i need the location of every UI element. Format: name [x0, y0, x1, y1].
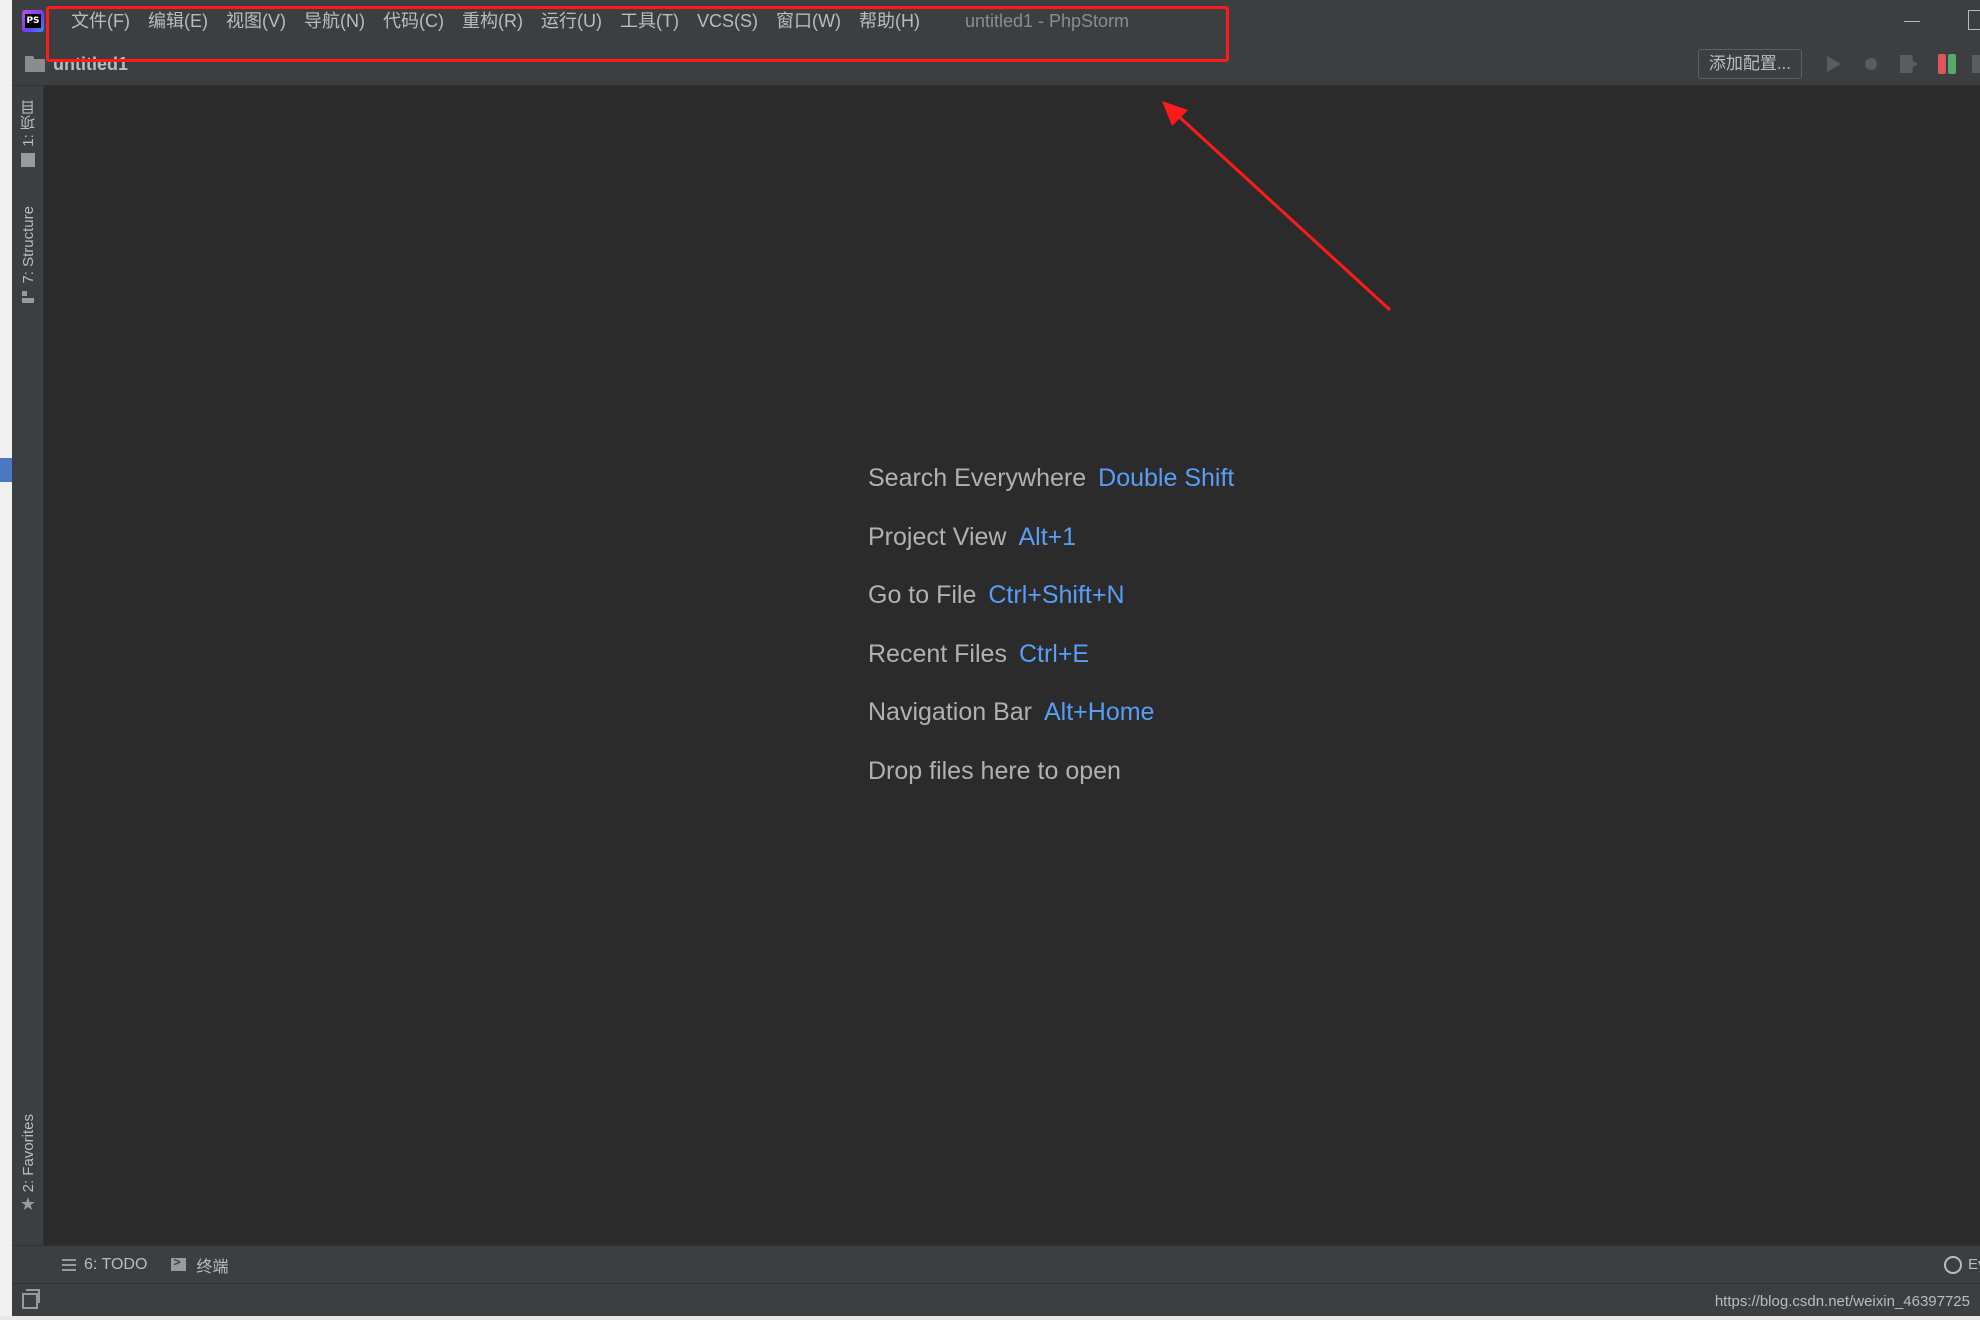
tool-tab-todo[interactable]: 6: TODO [62, 1256, 147, 1274]
coverage-icon[interactable] [1896, 51, 1922, 77]
menu-code[interactable]: 代码(C) [374, 0, 453, 42]
phpstorm-window: 文件(F) 编辑(E) 视图(V) 导航(N) 代码(C) 重构(R) 运行(U… [0, 0, 1980, 1320]
background-window-edge [0, 0, 12, 1320]
left-tool-strip: 1: 项目 7: Structure 2: Favorites ★ [12, 86, 44, 1246]
hint-label: Drop files here to open [868, 756, 1121, 785]
toggle-tool-windows-icon[interactable] [22, 1289, 40, 1309]
folder-icon [25, 55, 45, 72]
menu-run[interactable]: 运行(U) [532, 0, 611, 42]
tool-tab-todo-label: 6: TODO [84, 1255, 148, 1273]
background-window-highlight [0, 458, 12, 482]
hint-go-to-file: Go to File Ctrl+Shift+N [868, 579, 1234, 638]
tool-tab-structure[interactable]: 7: Structure [12, 206, 44, 304]
structure-icon [21, 290, 35, 304]
hint-label: Search Everywhere [868, 464, 1087, 492]
event-log-tab[interactable]: Ev [1944, 1255, 1980, 1274]
hint-project-view: Project View Alt+1 [868, 521, 1234, 580]
hint-shortcut: Alt+Home [1043, 698, 1155, 726]
hint-shortcut: Ctrl+Shift+N [988, 581, 1125, 609]
breadcrumb-project[interactable]: untitled1 [53, 54, 128, 75]
empty-editor-hints: Search Everywhere Double Shift Project Vi… [868, 462, 1234, 813]
hint-search-everywhere: Search Everywhere Double Shift [868, 462, 1234, 521]
folder-icon [21, 152, 35, 167]
add-configuration-button[interactable]: 添加配置... [1697, 49, 1802, 79]
vcs-icon[interactable] [1934, 51, 1960, 77]
menu-window[interactable]: 窗口(W) [767, 0, 850, 42]
navigation-bar: untitled1 添加配置... [12, 42, 1980, 86]
hint-shortcut: Alt+1 [1018, 522, 1077, 551]
hint-label: Recent Files [868, 639, 1007, 668]
hint-navigation-bar: Navigation Bar Alt+Home [868, 696, 1234, 755]
hint-label: Project View [868, 522, 1007, 551]
tool-tab-structure-label: 7: Structure [19, 206, 37, 284]
minimize-icon[interactable] [1902, 10, 1922, 30]
event-log-label: Ev [1968, 1256, 1980, 1273]
tool-tab-project[interactable]: 1: 项目 [12, 100, 44, 167]
status-bar: https://blog.csdn.net/weixin_46397725 [12, 1283, 1980, 1320]
tool-tab-terminal-label: 终端 [196, 1258, 229, 1276]
maximize-icon[interactable] [1968, 10, 1980, 30]
tool-tab-favorites-label: 2: Favorites [19, 1114, 37, 1193]
tool-tab-terminal[interactable]: 终端 [171, 1253, 228, 1277]
watermark-url: https://blog.csdn.net/weixin_46397725 [1714, 1293, 1970, 1310]
bottom-tool-strip: 6: TODO 终端 Ev [12, 1245, 1980, 1283]
event-log-icon [1944, 1255, 1962, 1274]
hint-shortcut: Double Shift [1098, 464, 1235, 492]
tool-tab-project-label: 1: 项目 [19, 100, 37, 147]
menu-navigate[interactable]: 导航(N) [295, 0, 374, 42]
stop-icon[interactable] [1972, 55, 1980, 73]
menu-file[interactable]: 文件(F) [62, 0, 139, 42]
star-icon: ★ [19, 1194, 37, 1215]
phpstorm-logo-icon[interactable] [22, 10, 44, 32]
menu-edit[interactable]: 编辑(E) [139, 0, 217, 42]
menu-vcs[interactable]: VCS(S) [688, 0, 767, 42]
run-toolbar: 添加配置... [1697, 42, 1980, 86]
hint-shortcut: Ctrl+E [1018, 639, 1090, 668]
title-bar: 文件(F) 编辑(E) 视图(V) 导航(N) 代码(C) 重构(R) 运行(U… [12, 0, 1980, 42]
terminal-icon [171, 1255, 187, 1271]
hint-label: Go to File [868, 581, 977, 609]
tool-tab-favorites[interactable]: 2: Favorites ★ [12, 1114, 44, 1214]
screen-edge [0, 1316, 1980, 1320]
menu-help[interactable]: 帮助(H) [850, 0, 929, 42]
menu-view[interactable]: 视图(V) [217, 0, 295, 42]
hint-label: Navigation Bar [868, 698, 1032, 726]
hint-drop-files: Drop files here to open [868, 755, 1234, 814]
hint-recent-files: Recent Files Ctrl+E [868, 638, 1234, 697]
editor-area[interactable]: Search Everywhere Double Shift Project Vi… [45, 87, 1980, 1245]
list-icon [62, 1258, 76, 1271]
menu-refactor[interactable]: 重构(R) [453, 0, 532, 42]
main-menu: 文件(F) 编辑(E) 视图(V) 导航(N) 代码(C) 重构(R) 运行(U… [62, 0, 929, 42]
window-title: untitled1 - PhpStorm [964, 10, 1130, 31]
run-icon[interactable] [1820, 51, 1846, 77]
debug-icon[interactable] [1858, 51, 1884, 77]
menu-tools[interactable]: 工具(T) [611, 0, 688, 42]
